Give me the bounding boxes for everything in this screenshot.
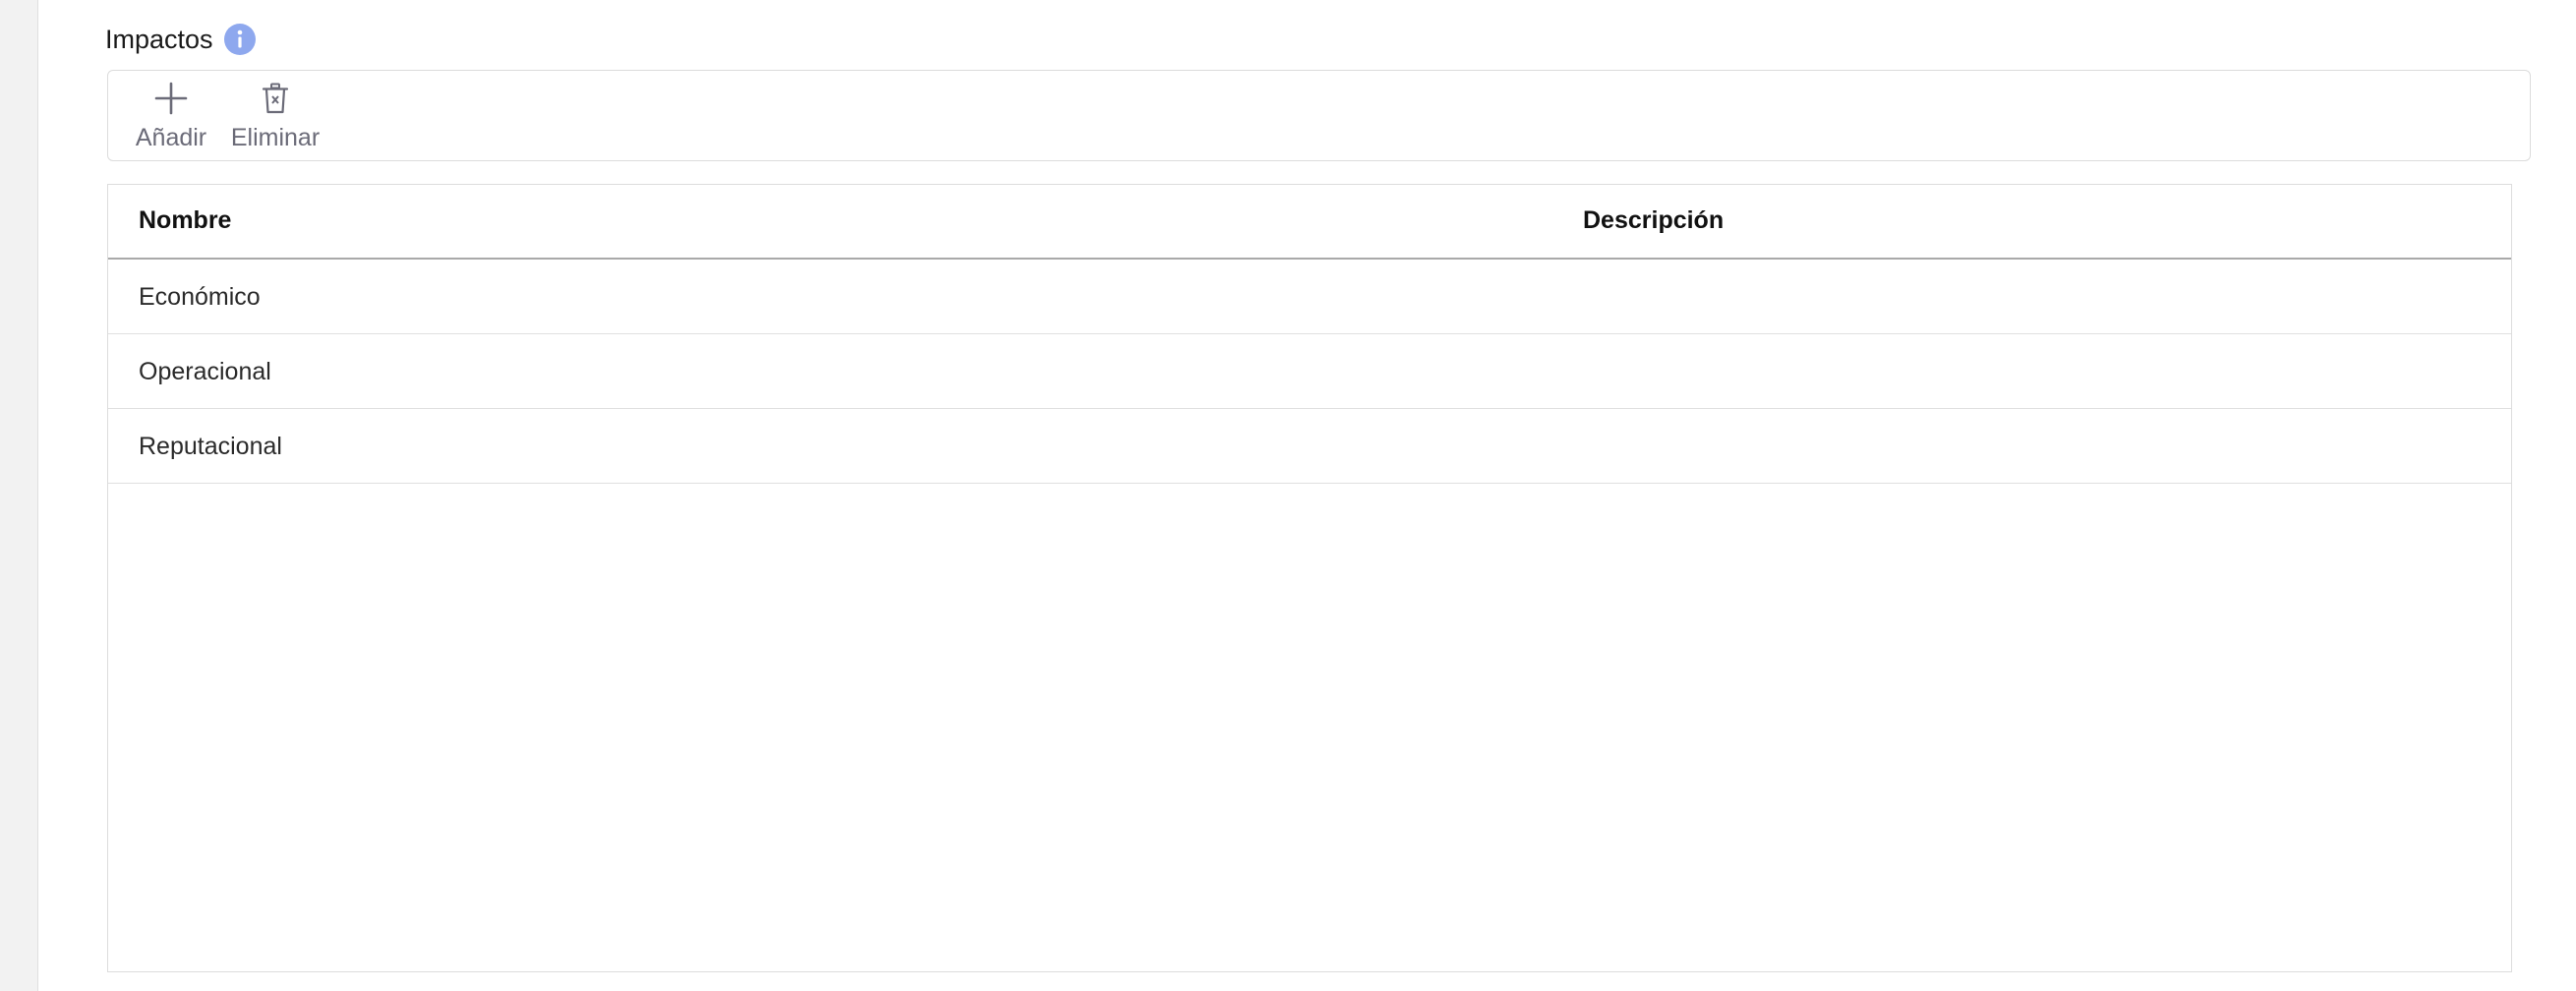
add-button-label: Añadir — [135, 124, 207, 151]
table-row[interactable]: Económico — [108, 260, 2511, 334]
add-button[interactable]: Añadir — [130, 71, 212, 159]
section-title: Impactos — [105, 24, 213, 54]
cell-nombre: Económico — [139, 283, 261, 311]
table-row[interactable]: Reputacional — [108, 409, 2511, 484]
section-header: Impactos — [105, 20, 256, 59]
delete-button-label: Eliminar — [230, 124, 321, 151]
column-header-nombre[interactable]: Nombre — [139, 185, 231, 256]
left-sidebar-strip — [0, 0, 38, 991]
plus-icon — [154, 81, 188, 116]
toolbar: Añadir Eliminar — [107, 70, 2531, 161]
impactos-table: Nombre Descripción Económico Operacional… — [107, 184, 2512, 972]
table-header: Nombre Descripción — [108, 185, 2511, 260]
column-header-descripcion[interactable]: Descripción — [1583, 185, 1724, 256]
cell-nombre: Reputacional — [139, 433, 282, 460]
table-row[interactable]: Operacional — [108, 334, 2511, 409]
cell-nombre: Operacional — [139, 358, 271, 385]
info-icon[interactable] — [223, 24, 256, 55]
delete-button[interactable]: Eliminar — [224, 71, 326, 159]
trash-icon — [262, 81, 289, 116]
